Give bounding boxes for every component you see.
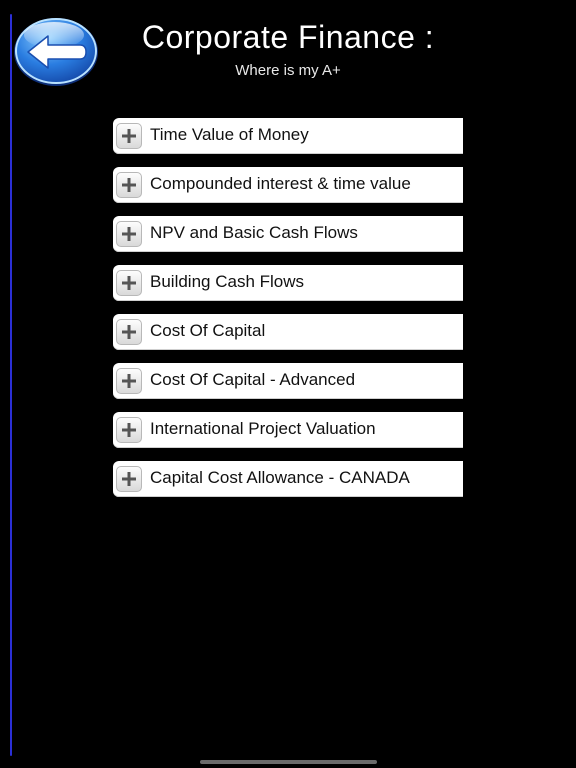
menu-item-label: Building Cash Flows xyxy=(150,272,305,291)
plus-icon xyxy=(116,172,142,198)
plus-icon xyxy=(116,368,142,394)
plus-icon xyxy=(116,319,142,345)
menu-item-time-value-of-money[interactable]: Time Value of Money xyxy=(113,118,463,154)
menu-item-compounded-interest[interactable]: Compounded interest & time value xyxy=(113,167,463,203)
menu-item-international-project-valuation[interactable]: International Project Valuation xyxy=(113,412,463,448)
page-subtitle: Where is my A+ xyxy=(235,62,341,79)
menu-item-cost-of-capital-advanced[interactable]: Cost Of Capital - Advanced xyxy=(113,363,463,399)
menu-item-building-cash-flows[interactable]: Building Cash Flows xyxy=(113,265,463,301)
plus-icon xyxy=(116,466,142,492)
menu-item-label: Time Value of Money xyxy=(150,125,309,144)
menu-item-label: Compounded interest & time value xyxy=(150,174,411,193)
menu-item-label: Cost Of Capital - Advanced xyxy=(150,370,356,389)
side-divider-line xyxy=(10,14,12,756)
plus-icon xyxy=(116,123,142,149)
arrow-left-icon xyxy=(14,18,98,86)
plus-icon xyxy=(116,270,142,296)
back-button[interactable] xyxy=(12,15,100,87)
menu-item-label: International Project Valuation xyxy=(150,419,376,438)
plus-icon xyxy=(116,221,142,247)
home-indicator[interactable] xyxy=(200,760,377,764)
menu-item-capital-cost-allowance-canada[interactable]: Capital Cost Allowance - CANADA xyxy=(113,461,463,497)
menu-item-cost-of-capital[interactable]: Cost Of Capital xyxy=(113,314,463,350)
menu-item-label: NPV and Basic Cash Flows xyxy=(150,223,358,242)
menu-item-label: Capital Cost Allowance - CANADA xyxy=(150,468,410,487)
menu-item-npv-basic-cash-flows[interactable]: NPV and Basic Cash Flows xyxy=(113,216,463,252)
plus-icon xyxy=(116,417,142,443)
page-title: Corporate Finance : xyxy=(141,19,435,55)
menu-item-label: Cost Of Capital xyxy=(150,321,266,340)
